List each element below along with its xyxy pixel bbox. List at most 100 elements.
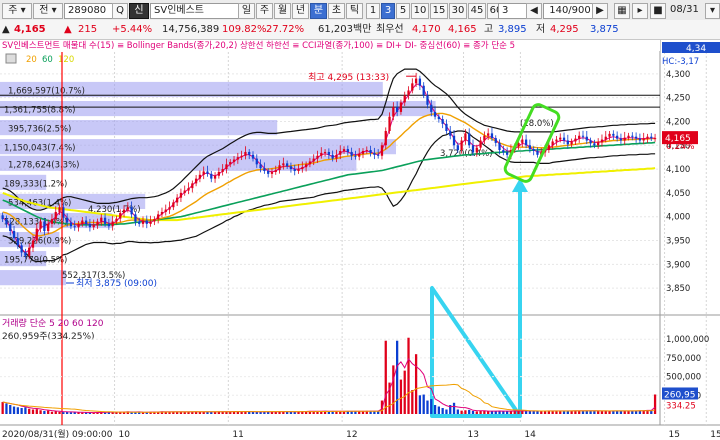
candle-body-155	[589, 140, 592, 144]
volume-bar-171	[650, 410, 653, 414]
candle-body-90	[342, 149, 346, 151]
volume-bar-129	[490, 411, 494, 414]
quote-arrow-2: ▲	[64, 24, 72, 35]
volume-bar-86	[327, 411, 330, 414]
volume-bar-97	[369, 411, 372, 414]
volume-bar-46	[176, 411, 179, 414]
sell-button[interactable]: 매도	[676, 41, 718, 59]
interval-tab-10[interactable]: 10	[411, 3, 429, 19]
play-icon[interactable]: ▸	[632, 3, 648, 19]
current-volume-box	[662, 387, 698, 400]
date-display[interactable]: 08/31	[670, 3, 704, 17]
interval-select[interactable]: 3	[498, 3, 528, 19]
period-tab-6[interactable]: 틱	[346, 3, 363, 19]
interval-tab-30[interactable]: 30	[449, 3, 467, 19]
volume-bar-94	[358, 411, 361, 414]
arrow-left-icon[interactable]: ◀	[526, 3, 542, 19]
volume-bar-92	[350, 411, 353, 414]
date-label-4: 13	[468, 430, 479, 440]
volume-bar-44	[168, 411, 171, 414]
candle-body-104	[396, 107, 399, 112]
volume-bar-57	[217, 411, 220, 414]
search-icon[interactable]: Q	[112, 3, 128, 19]
interval-tab-1[interactable]: 1	[366, 3, 380, 19]
low-annotation: 최저 3,875 (09:00)	[76, 278, 157, 289]
profile-label-7: 1,150,043(7.4%)	[4, 144, 76, 154]
volume-bar-74	[282, 411, 285, 414]
volume-bar-143	[543, 410, 547, 414]
date-label-0: 2020/08/31(월) 09:00:00	[2, 428, 113, 440]
candle-body-62	[236, 157, 239, 160]
volume-bar-43	[164, 411, 167, 414]
period-tab-5[interactable]: 초	[328, 3, 345, 19]
arrow-right-icon[interactable]: ▶	[592, 3, 608, 19]
volume-bar-96	[365, 410, 368, 414]
interval-tab-45[interactable]: 45	[468, 3, 486, 19]
count-display[interactable]: 140/900	[543, 3, 597, 19]
volume-bar-154	[585, 410, 588, 414]
volume-bar-80	[304, 411, 308, 414]
candle-body-39	[149, 221, 152, 224]
volume-bar-156	[593, 410, 596, 414]
candle-body-81	[308, 161, 312, 165]
profile-label-5: 189,333(1.2%)	[4, 179, 67, 189]
candle-body-7	[28, 247, 31, 256]
period-tab-0[interactable]: 일	[238, 3, 255, 19]
period-tab-3[interactable]: 년	[292, 3, 309, 19]
candle-body-26	[100, 217, 103, 222]
chevron-down-icon[interactable]: ▾	[705, 3, 720, 19]
profile-extra-label-1: 4,230(1.7%)	[88, 205, 141, 215]
candle-body-135	[513, 146, 516, 151]
volume-bar-106	[403, 370, 406, 414]
volume-bar-158	[600, 411, 604, 414]
volume-bar-36	[138, 411, 141, 414]
period-tab-1[interactable]: 주	[256, 3, 273, 19]
ma-line-60	[2, 141, 656, 226]
candle-body-162	[616, 135, 619, 139]
candle-body-166	[631, 135, 634, 137]
news-badge[interactable]: 신	[129, 3, 149, 19]
market-label: 주	[8, 5, 18, 16]
stock-code-input[interactable]: 289080	[64, 3, 116, 19]
interval-tab-5[interactable]: 5	[396, 3, 410, 19]
chart-svg[interactable]: SV인베스트먼트 매물대 수(15) ≡ Bollinger Bands(종가,…	[0, 0, 720, 440]
buy-button[interactable]: 매수	[632, 41, 674, 59]
candle-body-144	[547, 145, 550, 151]
interval-tab-15[interactable]: 15	[430, 3, 448, 19]
candle-body-6	[24, 252, 27, 256]
price-tick-3850: 3,850	[666, 284, 690, 294]
candle-body-19	[73, 226, 76, 228]
profile-bar-7	[0, 139, 396, 155]
code-type-select[interactable]: 전 ▾	[33, 3, 63, 19]
candle-body-0	[1, 215, 4, 220]
interval-tab-3[interactable]: 3	[381, 3, 395, 19]
volume-bar-66	[251, 411, 255, 414]
calendar-icon[interactable]: ▦	[614, 3, 630, 19]
volume-bar-160	[608, 410, 611, 414]
volume-bar-155	[589, 410, 592, 414]
volume-bar-125	[475, 411, 478, 414]
market-select[interactable]: 주 ▾	[2, 3, 32, 19]
volume-bar-28	[107, 411, 110, 414]
candle-body-103	[392, 107, 395, 117]
volume-bar-102	[388, 382, 391, 414]
volume-bar-78	[297, 411, 300, 414]
period-tab-4[interactable]: 분	[310, 3, 327, 19]
stop-icon[interactable]: ■	[650, 3, 666, 19]
profile-extra-label-2: 3,720(0.4%)	[440, 149, 493, 159]
candle-body-100	[380, 145, 384, 156]
volume-bar-73	[278, 411, 281, 414]
period-tab-2[interactable]: 월	[274, 3, 291, 19]
volume-bar-75	[286, 411, 289, 414]
price-title: SV인베스트먼트 매물대 수(15) ≡ Bollinger Bands(종가,…	[2, 40, 515, 51]
candle-body-3	[12, 231, 16, 239]
volume-bar-93	[354, 411, 357, 414]
volume-bar-31	[119, 412, 122, 414]
profile-bar-10	[0, 81, 383, 98]
date-label-5: 14	[524, 430, 536, 440]
date-label-3: 12	[346, 430, 357, 440]
volume-bar-133	[506, 411, 509, 414]
volume-bar-60	[229, 411, 232, 414]
volume-bar-48	[183, 411, 186, 414]
price-tick-3950: 3,950	[666, 237, 690, 247]
